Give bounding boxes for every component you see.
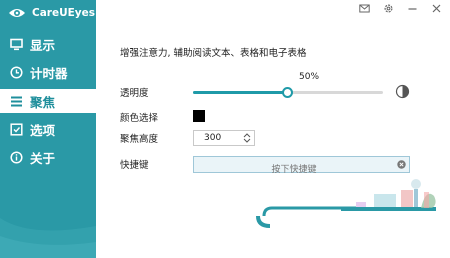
close-icon[interactable] [431, 3, 442, 14]
hotkey-input[interactable] [194, 162, 384, 178]
color-label: 颜色选择 [120, 113, 159, 124]
hotkey-field[interactable] [193, 156, 410, 178]
contrast-icon[interactable] [395, 84, 410, 99]
mail-icon[interactable] [359, 3, 370, 14]
sidebar-item-focus[interactable]: 聚焦 [0, 89, 96, 113]
desk-illustration [256, 179, 436, 228]
opacity-value: 50% [299, 72, 320, 82]
focus-height-input[interactable] [194, 131, 242, 145]
opacity-slider-fill [193, 91, 288, 94]
eye-icon [9, 9, 25, 17]
focus-description: 增强注意力, 辅助阅读文本、表格和电子表格 [120, 48, 307, 59]
hotkey-label: 快捷键 [120, 160, 149, 171]
opacity-label: 透明度 [120, 88, 149, 99]
clear-icon[interactable] [397, 160, 406, 169]
options-icon [10, 122, 23, 136]
clock-icon [10, 65, 23, 79]
sidebar-item-label: 聚焦 [30, 94, 56, 110]
sidebar-item-timer[interactable]: 计时器 [0, 60, 96, 84]
window-controls [359, 3, 442, 14]
app-title: CareUEyes [32, 7, 96, 19]
sidebar-item-about[interactable]: 关于 [0, 145, 96, 169]
sidebar-item-label: 显示 [30, 37, 56, 53]
opacity-slider[interactable] [193, 87, 383, 98]
chevron-down-icon[interactable] [243, 138, 251, 144]
app-logo: CareUEyes [8, 5, 95, 21]
minimize-icon[interactable] [407, 3, 418, 14]
opacity-slider-thumb[interactable] [282, 87, 293, 98]
sidebar-item-display[interactable]: 显示 [0, 32, 96, 56]
focus-list-icon [10, 95, 23, 108]
sidebar: CareUEyes 显示 计时器 聚焦 选项 关于 [0, 0, 96, 258]
sidebar-decoration [0, 218, 96, 258]
sidebar-item-label: 关于 [30, 150, 56, 166]
gear-icon[interactable] [383, 3, 394, 14]
sidebar-item-options[interactable]: 选项 [0, 117, 96, 141]
focus-height-stepper[interactable] [193, 130, 255, 146]
info-icon [10, 150, 23, 164]
sidebar-item-label: 选项 [30, 122, 56, 138]
sidebar-item-label: 计时器 [30, 65, 68, 81]
focus-height-label: 聚焦高度 [120, 134, 159, 145]
color-swatch[interactable] [193, 110, 205, 122]
monitor-icon [10, 38, 23, 51]
